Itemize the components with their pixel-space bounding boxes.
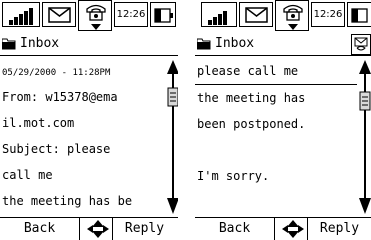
page-title: Inbox [215,36,255,51]
phone-screen-left: 12:26 Inbox 05/29/2000 - 11:28PM From: w… [0,0,178,240]
status-bar: 12:26 [0,0,178,33]
message-line: From: w15378@ema [2,90,118,104]
title-bar: Inbox [195,34,371,56]
navigation-key-icon[interactable] [84,218,112,240]
message-line [195,189,357,215]
folder-icon [2,38,16,50]
scrollbar[interactable] [166,58,178,216]
message-line: the meeting has [197,91,306,105]
back-softkey[interactable]: Back [195,218,275,240]
mail-icon[interactable] [239,2,273,27]
message-line: call me [2,168,53,182]
softkey-bar: Back Reply [195,217,371,240]
battery-icon [347,2,371,27]
scrollbar[interactable] [358,58,371,216]
phone-menu-icon[interactable] [275,0,309,31]
reply-softkey[interactable]: Reply [307,218,371,240]
reply-softkey[interactable]: Reply [112,218,176,240]
scroll-up-arrow-icon [167,60,178,74]
message-line: il.mot.com [2,116,75,130]
scroll-down-arrow-icon [359,198,371,214]
scroll-up-arrow-icon [359,60,371,74]
clock-time: 12:26 [114,2,148,27]
status-bar: 12:26 [195,0,371,33]
message-line: the meeting has be [2,194,133,208]
message-line: I'm sorry. [197,169,270,183]
signal-strength-icon [201,2,237,27]
navigation-key-icon[interactable] [279,218,307,240]
envelope-attachment-icon[interactable] [351,34,371,55]
message-content: 05/29/2000 - 11:28PM From: w15378@ema il… [0,58,166,216]
title-bar: Inbox [0,34,178,56]
message-line: please call me [195,58,357,85]
back-softkey[interactable]: Back [0,218,80,240]
signal-strength-icon [2,2,40,27]
folder-icon [197,38,211,50]
scroll-down-arrow-icon [167,198,178,214]
mail-icon[interactable] [42,2,76,27]
message-line: Subject: please [2,142,111,156]
clock-time: 12:26 [311,2,345,27]
message-content: please call me the meeting has been post… [195,58,357,216]
message-line: been postponed. [197,117,306,131]
softkey-bar: Back Reply [0,217,178,240]
page-title: Inbox [20,36,60,51]
message-date: 05/29/2000 - 11:28PM [2,68,111,78]
phone-screen-right: 12:26 Inbox please call me the meeting h… [195,0,371,240]
battery-icon [150,2,176,27]
message-line [195,137,357,163]
phone-menu-icon[interactable] [78,0,112,31]
